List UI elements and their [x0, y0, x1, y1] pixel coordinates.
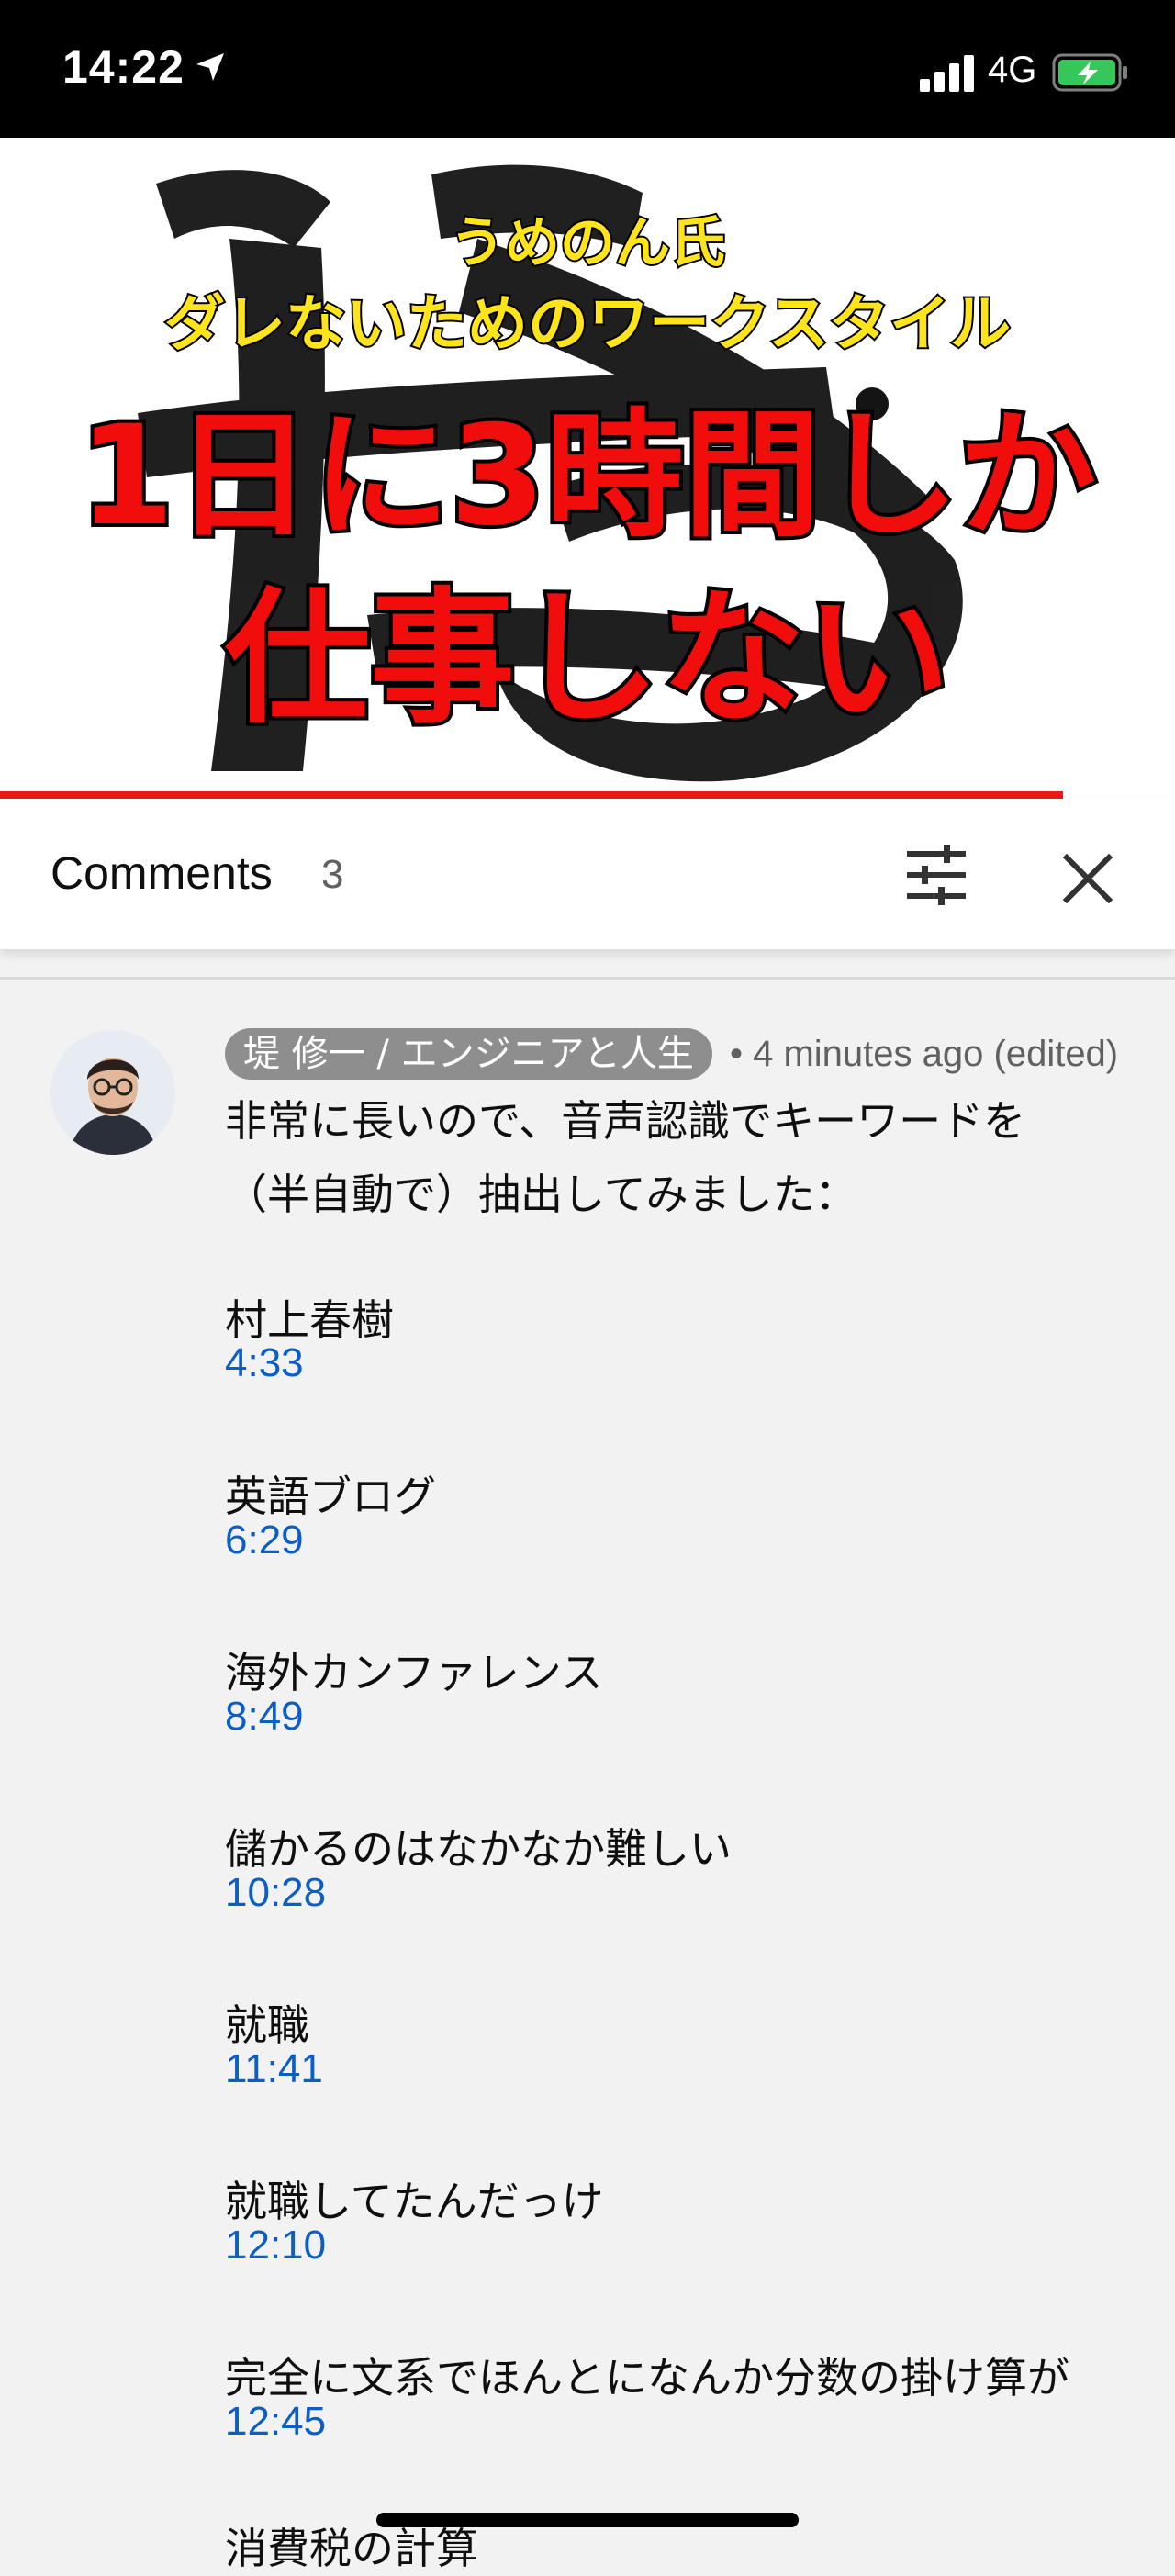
comment-meta: • 4 minutes ago (edited)	[730, 1034, 1119, 1074]
thumb-line3: 1日に3時間しか	[79, 397, 1097, 556]
timestamp-link[interactable]: 10:28	[225, 1870, 326, 1916]
timestamp-link[interactable]: 6:29	[225, 1518, 304, 1563]
keyword-text: 完全に文系でほんとになんか分数の掛け算が	[225, 2353, 1069, 2402]
keyword-text: 就職	[225, 2000, 309, 2050]
sliders-icon[interactable]	[900, 843, 973, 907]
battery-charging-icon	[1052, 53, 1127, 92]
thumb-line2: ダレないためのワークスタイル	[164, 288, 1011, 359]
thumb-line4: 仕事しない	[225, 575, 950, 744]
video-thumbnail: うめのん氏 ダレないためのワークスタイル 1日に3時間しか 仕事しない	[75, 164, 1100, 782]
keyword-text: 海外カンファレンス	[225, 1648, 603, 1697]
comments-count: 3	[321, 852, 344, 897]
timestamp-link[interactable]: 12:10	[225, 2223, 326, 2268]
comment-text-line: （半自動で）抽出してみました：	[225, 1170, 857, 1219]
keyword-text: 就職してたんだっけ	[225, 2177, 604, 2226]
network-type: 4G	[988, 50, 1037, 90]
video-player[interactable]: うめのん氏 ダレないためのワークスタイル 1日に3時間しか 仕事しない	[0, 138, 1175, 799]
timestamp-link[interactable]: 4:33	[225, 1340, 304, 1386]
close-icon[interactable]	[1056, 846, 1120, 911]
comments-title: Comments	[50, 847, 273, 899]
divider	[0, 977, 1175, 980]
timestamp-link[interactable]: 11:41	[225, 2046, 323, 2092]
timestamp-link[interactable]: 12:45	[225, 2399, 326, 2445]
avatar[interactable]	[50, 1030, 175, 1155]
status-bar: 14:22 4G	[0, 0, 1175, 138]
comments-header: Comments 3	[0, 799, 1175, 949]
keyword-text: 村上春樹	[225, 1295, 394, 1345]
home-indicator[interactable]	[376, 2513, 799, 2527]
keyword-text: 儲かるのはなかなか難しい	[225, 1824, 732, 1874]
cellular-signal-icon	[920, 55, 974, 92]
status-time: 14:22	[62, 41, 185, 93]
timestamp-link[interactable]: 8:49	[225, 1694, 304, 1740]
user-avatar-image	[50, 1030, 175, 1155]
comment-author-badge[interactable]: 堤 修一 / エンジニアと人生	[225, 1028, 712, 1080]
location-arrow-icon	[196, 53, 224, 81]
keyword-text: 英語ブログ	[225, 1472, 436, 1521]
thumb-line1: うめのん氏	[450, 211, 725, 275]
video-progress-bar[interactable]	[0, 791, 1063, 799]
comment-text-line: 非常に長いので、音声認識でキーワードを	[225, 1096, 1026, 1146]
